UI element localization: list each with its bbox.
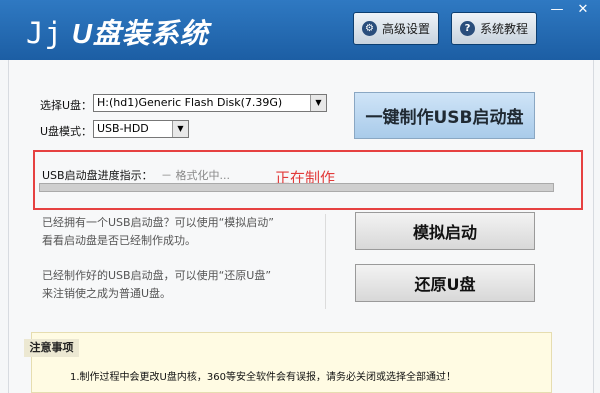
logo-prefix: Jj: [26, 16, 63, 50]
simulate-description-line2: 看看启动盘是否已经制作成功。: [42, 234, 196, 247]
close-button[interactable]: ✕: [574, 3, 592, 17]
usb-device-value: H:(hd1)Generic Flash Disk(7.39G): [97, 96, 283, 109]
notice-item-1: 1.制作过程中会更改U盘内核，360等安全软件会有误报，请务必关闭或选择全部通过…: [70, 372, 456, 383]
app-title: U盘装系统: [71, 18, 209, 49]
restore-usb-button[interactable]: 还原U盘: [355, 264, 535, 302]
title-bar: Jj U盘装系统 — ✕ ⚙ 高级设置 ? 系统教程: [0, 0, 600, 60]
usb-select-label: 选择U盘：: [40, 99, 93, 112]
divider: [325, 214, 326, 309]
advanced-settings-label: 高级设置: [381, 22, 430, 36]
simulate-boot-button[interactable]: 模拟启动: [355, 212, 535, 250]
make-usb-boot-button[interactable]: 一键制作USB启动盘: [354, 92, 535, 139]
chevron-down-icon: ▼: [310, 95, 326, 111]
question-icon: ?: [459, 21, 475, 36]
minimize-button[interactable]: —: [548, 3, 566, 17]
chevron-down-icon: ▼: [172, 121, 188, 137]
progress-stage: － 格式化中...: [161, 169, 230, 182]
restore-description-line2: 来注销使之成为普通U盘。: [42, 287, 172, 300]
usb-mode-value: USB-HDD: [97, 122, 149, 135]
usb-mode-select[interactable]: USB-HDD ▼: [93, 120, 189, 138]
notice-title: 注意事项: [24, 339, 79, 357]
progress-label: USB启动盘进度指示：: [42, 169, 153, 182]
app-logo: Jj U盘装系统: [26, 12, 209, 52]
progress-bar: [39, 183, 554, 192]
system-tutorial-button[interactable]: ? 系统教程: [451, 12, 537, 45]
usb-mode-label: U盘模式：: [40, 125, 93, 138]
app-window: Jj U盘装系统 — ✕ ⚙ 高级设置 ? 系统教程 选择U盘： H:(hd1)…: [0, 0, 600, 393]
gear-icon: ⚙: [361, 21, 377, 36]
advanced-settings-button[interactable]: ⚙ 高级设置: [353, 12, 439, 45]
restore-description-line1: 已经制作好的USB启动盘，可以使用“还原U盘”: [42, 269, 272, 282]
system-tutorial-label: 系统教程: [479, 22, 528, 36]
simulate-description-line1: 已经拥有一个USB启动盘？可以使用“模拟启动”: [42, 216, 274, 229]
usb-device-select[interactable]: H:(hd1)Generic Flash Disk(7.39G) ▼: [93, 94, 327, 112]
notice-panel: [31, 332, 552, 393]
